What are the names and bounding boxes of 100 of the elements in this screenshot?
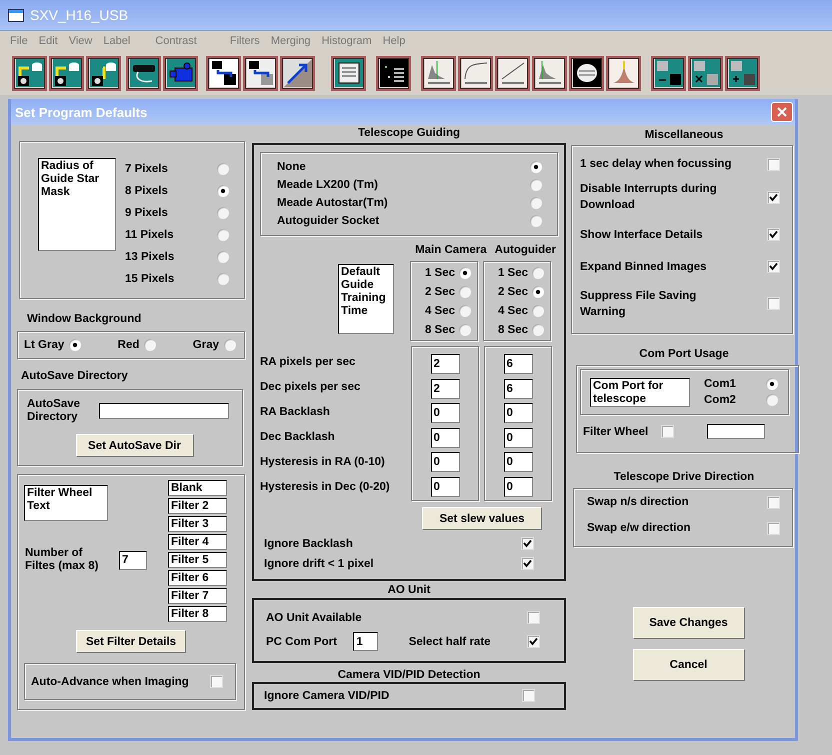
radio-button[interactable]	[217, 229, 229, 241]
directory-field[interactable]	[99, 403, 229, 419]
radio-button[interactable]	[144, 339, 156, 351]
histogram-icon	[536, 59, 564, 87]
checkbox[interactable]	[526, 635, 540, 648]
checkbox[interactable]	[661, 425, 674, 438]
image-math-icon	[728, 59, 756, 87]
toolbar-button[interactable]	[569, 56, 604, 90]
checkbox[interactable]	[767, 228, 780, 241]
option-label: 1 Sec	[498, 267, 528, 279]
document-icon	[334, 59, 362, 87]
dialog-button[interactable]: Cancel	[632, 649, 744, 681]
field-label: AutoSave Directory	[27, 398, 82, 424]
radio-button[interactable]	[459, 305, 471, 317]
filter-name-field[interactable]: Filter 5	[168, 552, 227, 568]
radio-button[interactable]	[766, 394, 778, 406]
radio-button[interactable]	[530, 161, 542, 173]
toolbar-button[interactable]	[532, 56, 567, 90]
histogram-icon	[424, 59, 452, 87]
value-field[interactable]: 0	[430, 428, 460, 448]
radio-button[interactable]	[766, 378, 778, 390]
radio-button[interactable]	[532, 324, 544, 336]
toolbar-button[interactable]	[126, 56, 161, 90]
checkbox[interactable]	[767, 522, 780, 534]
toolbar-button[interactable]	[376, 56, 411, 90]
set-slew-values-button[interactable]: Set slew values	[422, 507, 542, 530]
section-title: Telescope Guiding	[356, 127, 462, 139]
radio-button[interactable]	[530, 197, 542, 209]
checkbox[interactable]	[521, 537, 534, 550]
option-label: 4 Sec	[424, 305, 455, 317]
text-field[interactable]	[707, 424, 766, 439]
radio-button[interactable]	[459, 286, 471, 298]
checkbox[interactable]	[767, 190, 780, 204]
radio-button[interactable]	[532, 267, 544, 279]
filter-count-field[interactable]: 7	[119, 550, 147, 570]
value-field[interactable]: 0	[430, 452, 460, 472]
toolbar-button[interactable]	[495, 56, 530, 90]
radio-button[interactable]	[217, 163, 229, 175]
toolbar-button[interactable]	[12, 56, 47, 90]
image-math-icon	[654, 59, 682, 87]
checkbox[interactable]	[210, 675, 223, 688]
dialog-button[interactable]: Save Changes	[632, 607, 744, 639]
radio-button[interactable]	[530, 179, 542, 191]
filter-name-field[interactable]: Filter 3	[168, 516, 227, 532]
toolbar-button[interactable]	[243, 56, 278, 90]
filter-name-field[interactable]: Filter 4	[168, 534, 227, 550]
filter-name-field[interactable]: Blank	[168, 480, 227, 496]
value-field[interactable]: 6	[504, 378, 532, 398]
checkbox[interactable]	[767, 297, 780, 310]
value-field[interactable]: 0	[504, 476, 532, 496]
option-label: None	[277, 161, 306, 173]
radio-button[interactable]	[459, 324, 471, 336]
option-label: 15 Pixels	[125, 273, 174, 285]
value-field[interactable]: 6	[504, 354, 532, 374]
cable-icon	[130, 59, 158, 87]
filter-name-field[interactable]: Filter 8	[168, 606, 227, 622]
toolbar-button[interactable]	[49, 56, 84, 90]
value-field[interactable]: 0	[430, 403, 460, 423]
radio-button[interactable]	[532, 305, 544, 317]
checkbox[interactable]	[767, 496, 780, 508]
value-field[interactable]: 0	[504, 452, 532, 472]
toolbar-button[interactable]	[606, 56, 641, 90]
toolbar-button[interactable]	[688, 56, 723, 90]
set-autosave-button[interactable]: Set AutoSave Dir	[76, 434, 194, 457]
toolbar-button[interactable]	[458, 56, 493, 90]
value-field[interactable]: 0	[504, 403, 532, 423]
close-button[interactable]	[771, 102, 793, 122]
set-filter-details-button[interactable]: Set Filter Details	[76, 630, 186, 653]
toolbar-button[interactable]	[163, 56, 198, 90]
toolbar-button[interactable]	[206, 56, 241, 90]
checkbox[interactable]	[767, 260, 780, 273]
filter-name-field[interactable]: Filter 2	[168, 498, 227, 514]
option-label: 4 Sec	[498, 305, 528, 317]
com-port-field[interactable]: 1	[353, 632, 378, 651]
radio-button[interactable]	[459, 267, 471, 279]
radio-button[interactable]	[217, 207, 229, 219]
radio-button[interactable]	[69, 339, 82, 351]
radio-button[interactable]	[217, 185, 229, 197]
toolbar-button[interactable]	[331, 56, 366, 90]
toolbar-button[interactable]	[421, 56, 456, 90]
value-field[interactable]: 0	[430, 476, 460, 496]
value-field[interactable]: 2	[430, 378, 460, 398]
toolbar-button[interactable]	[280, 56, 315, 90]
checkbox[interactable]	[527, 611, 540, 624]
toolbar-button[interactable]	[651, 56, 686, 90]
radio-button[interactable]	[530, 215, 542, 227]
filter-name-field[interactable]: Filter 6	[168, 570, 227, 586]
value-field[interactable]: 0	[504, 428, 532, 448]
checkbox[interactable]	[521, 557, 534, 570]
radio-button[interactable]	[532, 286, 544, 298]
toolbar-button[interactable]	[86, 56, 121, 90]
radio-button[interactable]	[217, 273, 229, 285]
option-label: Ignore Camera VID/PID	[264, 690, 390, 702]
toolbar-button[interactable]	[725, 56, 760, 90]
radio-button[interactable]	[217, 251, 229, 263]
value-field[interactable]: 2	[430, 354, 460, 374]
checkbox[interactable]	[767, 158, 780, 170]
radio-button[interactable]	[224, 339, 236, 351]
filter-name-field[interactable]: Filter 7	[168, 588, 227, 604]
checkbox[interactable]	[522, 689, 535, 702]
